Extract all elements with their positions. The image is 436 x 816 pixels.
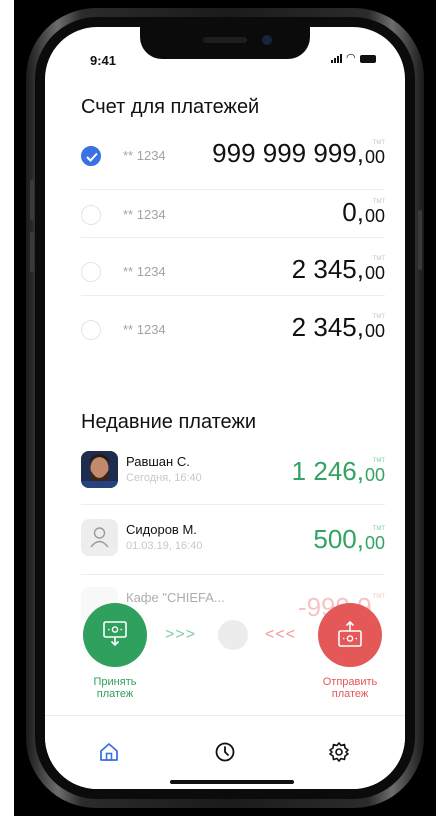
account-balance: 2 345, TMT 00 bbox=[292, 313, 385, 341]
wifi-icon: ◠ bbox=[346, 52, 356, 64]
balance-cents: 00 bbox=[364, 321, 385, 341]
receive-payment-button[interactable] bbox=[83, 603, 147, 667]
divider bbox=[81, 295, 385, 296]
radio-checked[interactable] bbox=[81, 146, 101, 166]
payment-date: 01.03.19, 16:40 bbox=[126, 540, 203, 552]
check-icon bbox=[86, 152, 98, 162]
divider bbox=[81, 237, 385, 238]
account-number: ** 1234 bbox=[123, 148, 166, 163]
balance-main: 0, bbox=[342, 197, 364, 227]
swipe-right-indicator: >>> bbox=[165, 626, 197, 643]
account-number: ** 1234 bbox=[123, 322, 166, 337]
amount-cents: 00 bbox=[364, 465, 385, 485]
amount-main: 500, bbox=[313, 524, 364, 554]
tab-bar bbox=[45, 715, 405, 789]
receive-icon bbox=[103, 621, 127, 647]
payment-date: Сегодня, 16:40 bbox=[126, 472, 202, 484]
payee-name: Сидоров М. bbox=[126, 522, 197, 537]
swipe-handle[interactable] bbox=[218, 620, 248, 650]
gear-icon bbox=[329, 742, 349, 762]
tab-settings[interactable] bbox=[327, 740, 351, 764]
power-button bbox=[418, 210, 422, 270]
speaker bbox=[203, 37, 247, 43]
account-row[interactable]: ** 1234 0, TMT 00 bbox=[81, 190, 385, 248]
currency-label: TMT bbox=[372, 526, 385, 532]
phone-screen: 9:41 ◠ Счет для платежей ** 1234 999 999… bbox=[45, 27, 405, 789]
currency-label: TMT bbox=[372, 256, 385, 262]
person-photo bbox=[81, 451, 118, 488]
avatar bbox=[81, 451, 118, 488]
payee-name: Кафе "CHIEFA... bbox=[126, 590, 225, 605]
divider bbox=[81, 504, 385, 505]
volume-up-button bbox=[30, 180, 34, 220]
user-placeholder-icon bbox=[90, 527, 109, 548]
balance-cents: 00 bbox=[364, 147, 385, 167]
account-balance: 0, TMT 00 bbox=[342, 198, 385, 226]
currency-label: TMT bbox=[372, 594, 385, 600]
currency-label: TMT bbox=[372, 140, 385, 146]
radio-unchecked[interactable] bbox=[81, 320, 101, 340]
amount-cents: 00 bbox=[364, 533, 385, 553]
balance-main: 999 999 999, bbox=[212, 138, 364, 168]
radio-unchecked[interactable] bbox=[81, 205, 101, 225]
front-camera bbox=[262, 35, 272, 45]
radio-unchecked[interactable] bbox=[81, 262, 101, 282]
account-balance: 2 345, TMT 00 bbox=[292, 255, 385, 283]
notch bbox=[140, 27, 310, 59]
recent-payments-title: Недавние платежи bbox=[81, 411, 257, 433]
payment-row[interactable]: Равшан С. Сегодня, 16:40 1 246, TMT 00 bbox=[81, 451, 385, 511]
volume-down-button bbox=[30, 232, 34, 272]
status-time: 9:41 bbox=[90, 53, 117, 68]
status-icons: ◠ bbox=[331, 52, 376, 64]
send-payment-label: Отправить платеж bbox=[322, 676, 378, 700]
swipe-left-indicator: <<< bbox=[265, 626, 297, 643]
home-indicator[interactable] bbox=[170, 780, 294, 784]
payment-amount: 500, TMT 00 bbox=[313, 525, 385, 553]
avatar bbox=[81, 519, 118, 556]
tab-home[interactable] bbox=[97, 740, 121, 764]
account-number: ** 1234 bbox=[123, 207, 166, 222]
payee-name: Равшан С. bbox=[126, 454, 190, 469]
battery-icon bbox=[359, 54, 376, 63]
send-payment-button[interactable] bbox=[318, 603, 382, 667]
payment-row[interactable]: Сидоров М. 01.03.19, 16:40 500, TMT 00 bbox=[81, 519, 385, 579]
clock-icon bbox=[215, 742, 235, 762]
receive-payment-label: Принять платеж bbox=[93, 676, 137, 700]
currency-label: TMT bbox=[372, 199, 385, 205]
send-icon bbox=[338, 621, 362, 647]
account-row[interactable]: ** 1234 2 345, TMT 00 bbox=[81, 305, 385, 363]
tab-history[interactable] bbox=[213, 740, 237, 764]
home-icon bbox=[100, 743, 118, 761]
balance-cents: 00 bbox=[364, 263, 385, 283]
currency-label: TMT bbox=[372, 458, 385, 464]
account-row[interactable]: ** 1234 999 999 999, TMT 00 bbox=[81, 131, 385, 189]
balance-cents: 00 bbox=[364, 206, 385, 226]
payment-amount: 1 246, TMT 00 bbox=[292, 457, 385, 485]
currency-label: TMT bbox=[372, 314, 385, 320]
amount-main: 1 246, bbox=[291, 456, 364, 486]
balance-main: 2 345, bbox=[291, 312, 364, 342]
signal-icon bbox=[331, 54, 342, 63]
account-number: ** 1234 bbox=[123, 264, 166, 279]
account-balance: 999 999 999, TMT 00 bbox=[212, 139, 385, 167]
balance-main: 2 345, bbox=[291, 254, 364, 284]
account-row[interactable]: ** 1234 2 345, TMT 00 bbox=[81, 247, 385, 305]
divider bbox=[81, 574, 385, 575]
accounts-title: Счет для платежей bbox=[81, 96, 260, 118]
